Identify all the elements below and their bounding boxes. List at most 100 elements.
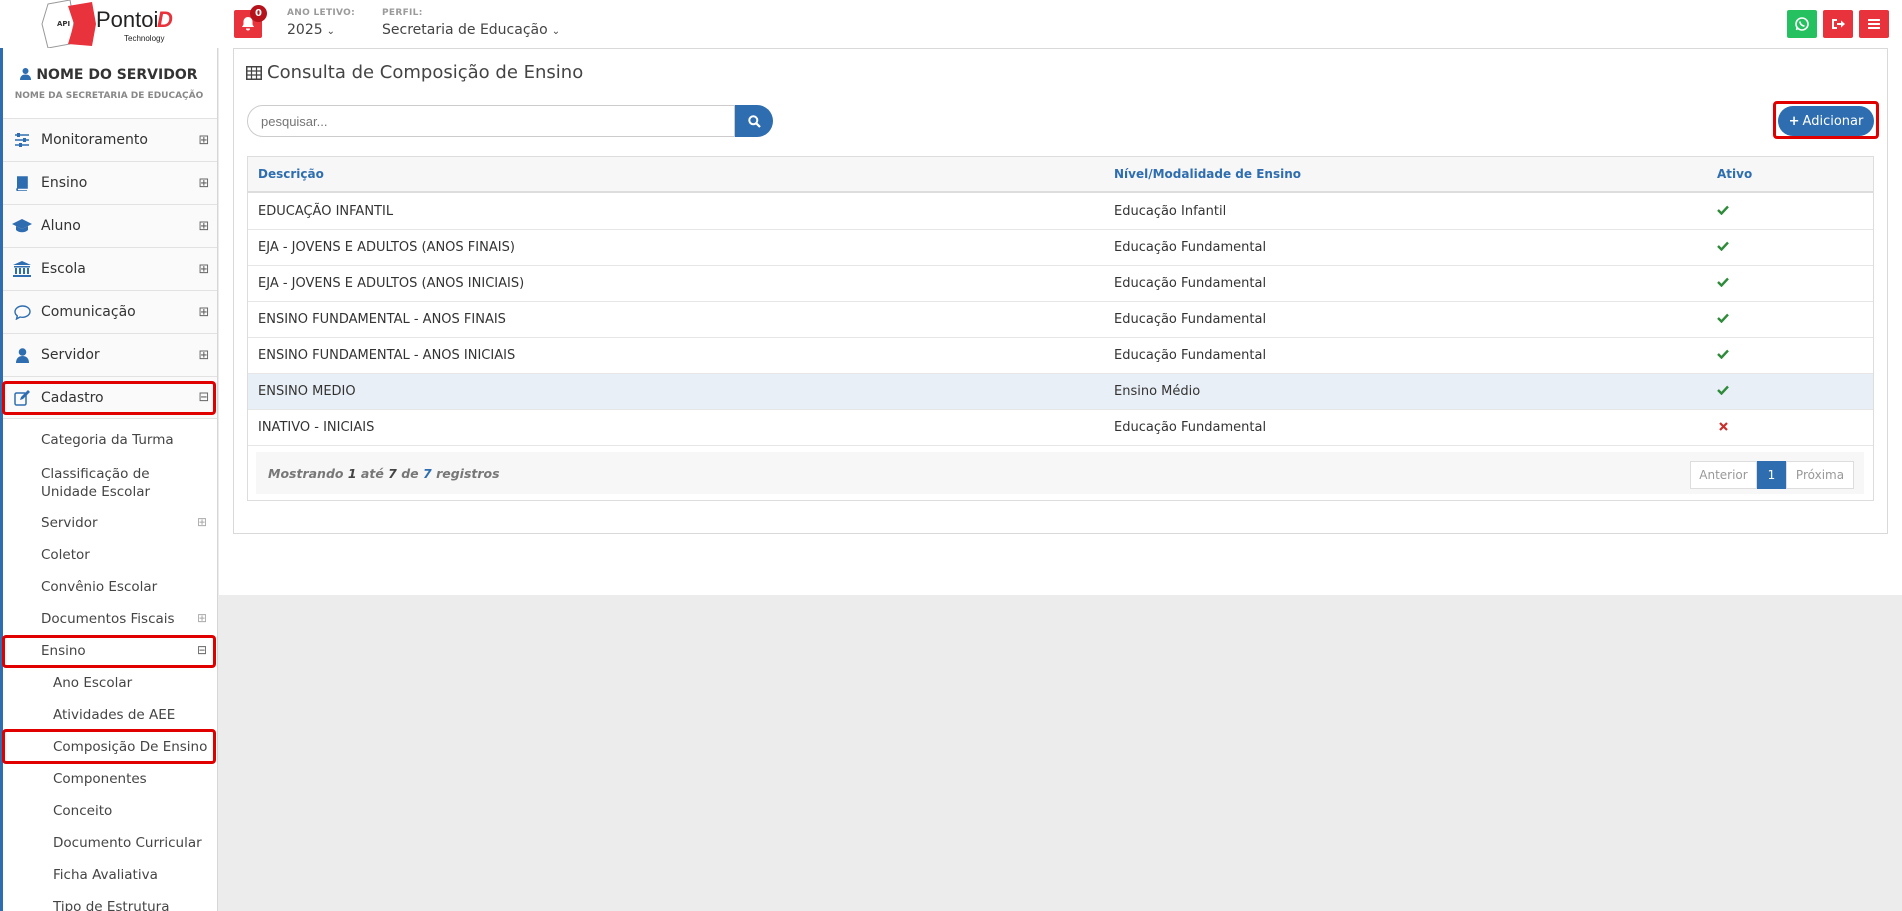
sidebar-item-comunicacao[interactable]: Comunicação ⊞ — [3, 290, 217, 333]
sidebar-subitem-componentes[interactable]: Componentes — [53, 771, 147, 787]
sidebar-item-label: Monitoramento — [41, 132, 148, 148]
sidebar-item-label: Ensino — [41, 175, 88, 191]
cell-nivel: Educação Infantil — [1114, 204, 1227, 219]
data-table: Descrição Nível/Modalidade de Ensino Ati… — [247, 156, 1874, 501]
expand-icon: ⊞ — [198, 175, 210, 191]
perfil-select[interactable]: Secretaria de Educação ⌄ — [382, 22, 560, 38]
pagination-page-1[interactable]: 1 — [1757, 461, 1786, 489]
sidebar-item-servidor[interactable]: Servidor ⊞ — [3, 333, 217, 376]
pagination-next[interactable]: Próxima — [1786, 461, 1854, 489]
table-row[interactable]: ENSINO FUNDAMENTAL - ANOS INICIAIS Educa… — [248, 338, 1873, 374]
check-icon — [1717, 374, 1729, 409]
ano-letivo-value: 2025 — [287, 22, 323, 38]
sidebar-subitem-documentos-fiscais[interactable]: Documentos Fiscais — [41, 611, 175, 627]
expand-icon: ⊞ — [198, 218, 210, 234]
sidebar-subitem-ficha-avaliativa[interactable]: Ficha Avaliativa — [53, 867, 158, 883]
menu-button[interactable] — [1859, 10, 1889, 38]
graduation-cap-icon — [12, 219, 32, 233]
chevron-down-icon: ⌄ — [326, 26, 336, 37]
sidebar-item-label: Aluno — [41, 218, 81, 234]
svg-text:D: D — [157, 7, 173, 32]
sidebar-subitem-convenio-escolar[interactable]: Convênio Escolar — [41, 579, 157, 595]
pagination-prev[interactable]: Anterior — [1690, 461, 1757, 489]
user-icon — [20, 68, 32, 80]
book-icon — [16, 175, 28, 191]
sidebar-item-aluno[interactable]: Aluno ⊞ — [3, 204, 217, 247]
perfil-value: Secretaria de Educação — [382, 22, 548, 38]
logout-button[interactable] — [1823, 10, 1853, 38]
column-header-descricao[interactable]: Descrição — [258, 157, 324, 192]
sliders-icon — [15, 133, 29, 147]
column-header-nivel[interactable]: Nível/Modalidade de Ensino — [1114, 157, 1301, 192]
svg-text:Pontoi: Pontoi — [96, 7, 158, 32]
cell-descricao: EDUCAÇÃO INFANTIL — [258, 204, 394, 219]
table-row[interactable]: EDUCAÇÃO INFANTIL Educação Infantil — [248, 194, 1873, 230]
cell-nivel: Educação Fundamental — [1114, 240, 1267, 255]
sidebar-subitem-tipo-de-estrutura[interactable]: Tipo de Estrutura — [53, 899, 170, 911]
sidebar-subitem-atividades-aee[interactable]: Atividades de AEE — [53, 707, 175, 723]
table-row[interactable]: EJA - JOVENS E ADULTOS (ANOS INICIAIS) E… — [248, 266, 1873, 302]
expand-icon[interactable]: ⊞ — [197, 515, 207, 529]
user-name: NOME DO SERVIDOR — [0, 67, 217, 83]
records-info: Mostrando 1 até 7 de 7 registros — [268, 466, 500, 481]
table-footer: Mostrando 1 até 7 de 7 registros Anterio… — [256, 452, 1864, 494]
cell-descricao: EJA - JOVENS E ADULTOS (ANOS INICIAIS) — [258, 276, 525, 291]
sidebar-subitem-conceito[interactable]: Conceito — [53, 803, 112, 819]
logo[interactable]: API Pontoi D Technology — [40, 0, 178, 49]
expand-icon: ⊞ — [198, 304, 210, 320]
perfil-label: PERFIL: — [382, 8, 423, 18]
table-row[interactable]: INATIVO - INICIAIS Educação Fundamental — [248, 410, 1873, 446]
table-row[interactable]: EJA - JOVENS E ADULTOS (ANOS FINAIS) Edu… — [248, 230, 1873, 266]
sign-out-icon — [1832, 19, 1845, 29]
user-organization: NOME DA SECRETARIA DE EDUCAÇÃO — [14, 91, 204, 101]
sidebar-item-ensino[interactable]: Ensino ⊞ — [3, 161, 217, 204]
ano-letivo-label: ANO LETIVO: — [287, 8, 356, 18]
cell-descricao: INATIVO - INICIAIS — [258, 420, 375, 435]
sidebar-subitem-categoria-da-turma[interactable]: Categoria da Turma — [41, 432, 174, 448]
sidebar-subitem-servidor[interactable]: Servidor — [41, 515, 98, 531]
table-row[interactable]: ENSINO MEDIO Ensino Médio — [248, 374, 1873, 410]
sidebar-item-escola[interactable]: Escola ⊞ — [3, 247, 217, 290]
expand-icon: ⊞ — [198, 132, 210, 148]
cell-nivel: Ensino Médio — [1114, 384, 1201, 399]
sidebar-subitem-classificacao-unidade-escolar[interactable]: Classificação de Unidade Escolar — [41, 465, 206, 501]
column-header-ativo[interactable]: Ativo — [1717, 157, 1752, 192]
sidebar-item-label: Escola — [41, 261, 86, 277]
chevron-down-icon: ⌄ — [551, 26, 561, 37]
whatsapp-button[interactable] — [1787, 10, 1817, 38]
sidebar-item-label: Comunicação — [41, 304, 136, 320]
page-title: Consulta de Composição de Ensino — [246, 62, 583, 83]
check-icon — [1717, 266, 1729, 301]
table-icon — [246, 65, 262, 80]
whatsapp-icon — [1795, 17, 1809, 31]
sidebar-subitem-documento-curricular[interactable]: Documento Curricular — [53, 835, 202, 851]
cell-descricao: EJA - JOVENS E ADULTOS (ANOS FINAIS) — [258, 240, 515, 255]
cross-icon — [1719, 410, 1728, 445]
search-button[interactable] — [735, 105, 773, 137]
highlight-box — [2, 729, 216, 764]
check-icon — [1717, 230, 1729, 265]
svg-text:Technology: Technology — [124, 34, 164, 43]
hamburger-icon — [1868, 19, 1880, 29]
ano-letivo-select[interactable]: 2025 ⌄ — [287, 22, 335, 38]
table-row[interactable]: ENSINO FUNDAMENTAL - ANOS FINAIS Educaçã… — [248, 302, 1873, 338]
check-icon — [1717, 302, 1729, 337]
sidebar-subitem-ano-escolar[interactable]: Ano Escolar — [53, 675, 132, 691]
table-header: Descrição Nível/Modalidade de Ensino Ati… — [248, 157, 1873, 193]
search-input[interactable] — [247, 105, 735, 137]
top-bar: API Pontoi D Technology 0 ANO LETIVO: 20… — [0, 0, 1902, 49]
cell-descricao: ENSINO MEDIO — [258, 384, 356, 399]
cell-nivel: Educação Fundamental — [1114, 348, 1267, 363]
sidebar-subitem-coletor[interactable]: Coletor — [41, 547, 90, 563]
expand-icon: ⊞ — [198, 261, 210, 277]
check-icon — [1717, 194, 1729, 229]
expand-icon[interactable]: ⊞ — [197, 611, 207, 625]
cell-nivel: Educação Fundamental — [1114, 420, 1267, 435]
chat-bubble-icon — [13, 304, 31, 320]
notifications-count-badge: 0 — [250, 5, 267, 22]
highlight-box — [1773, 101, 1879, 139]
highlight-box — [2, 381, 216, 415]
sidebar-item-monitoramento[interactable]: Monitoramento ⊞ — [3, 118, 217, 161]
sidebar-item-label: Servidor — [41, 347, 100, 363]
cell-nivel: Educação Fundamental — [1114, 276, 1267, 291]
